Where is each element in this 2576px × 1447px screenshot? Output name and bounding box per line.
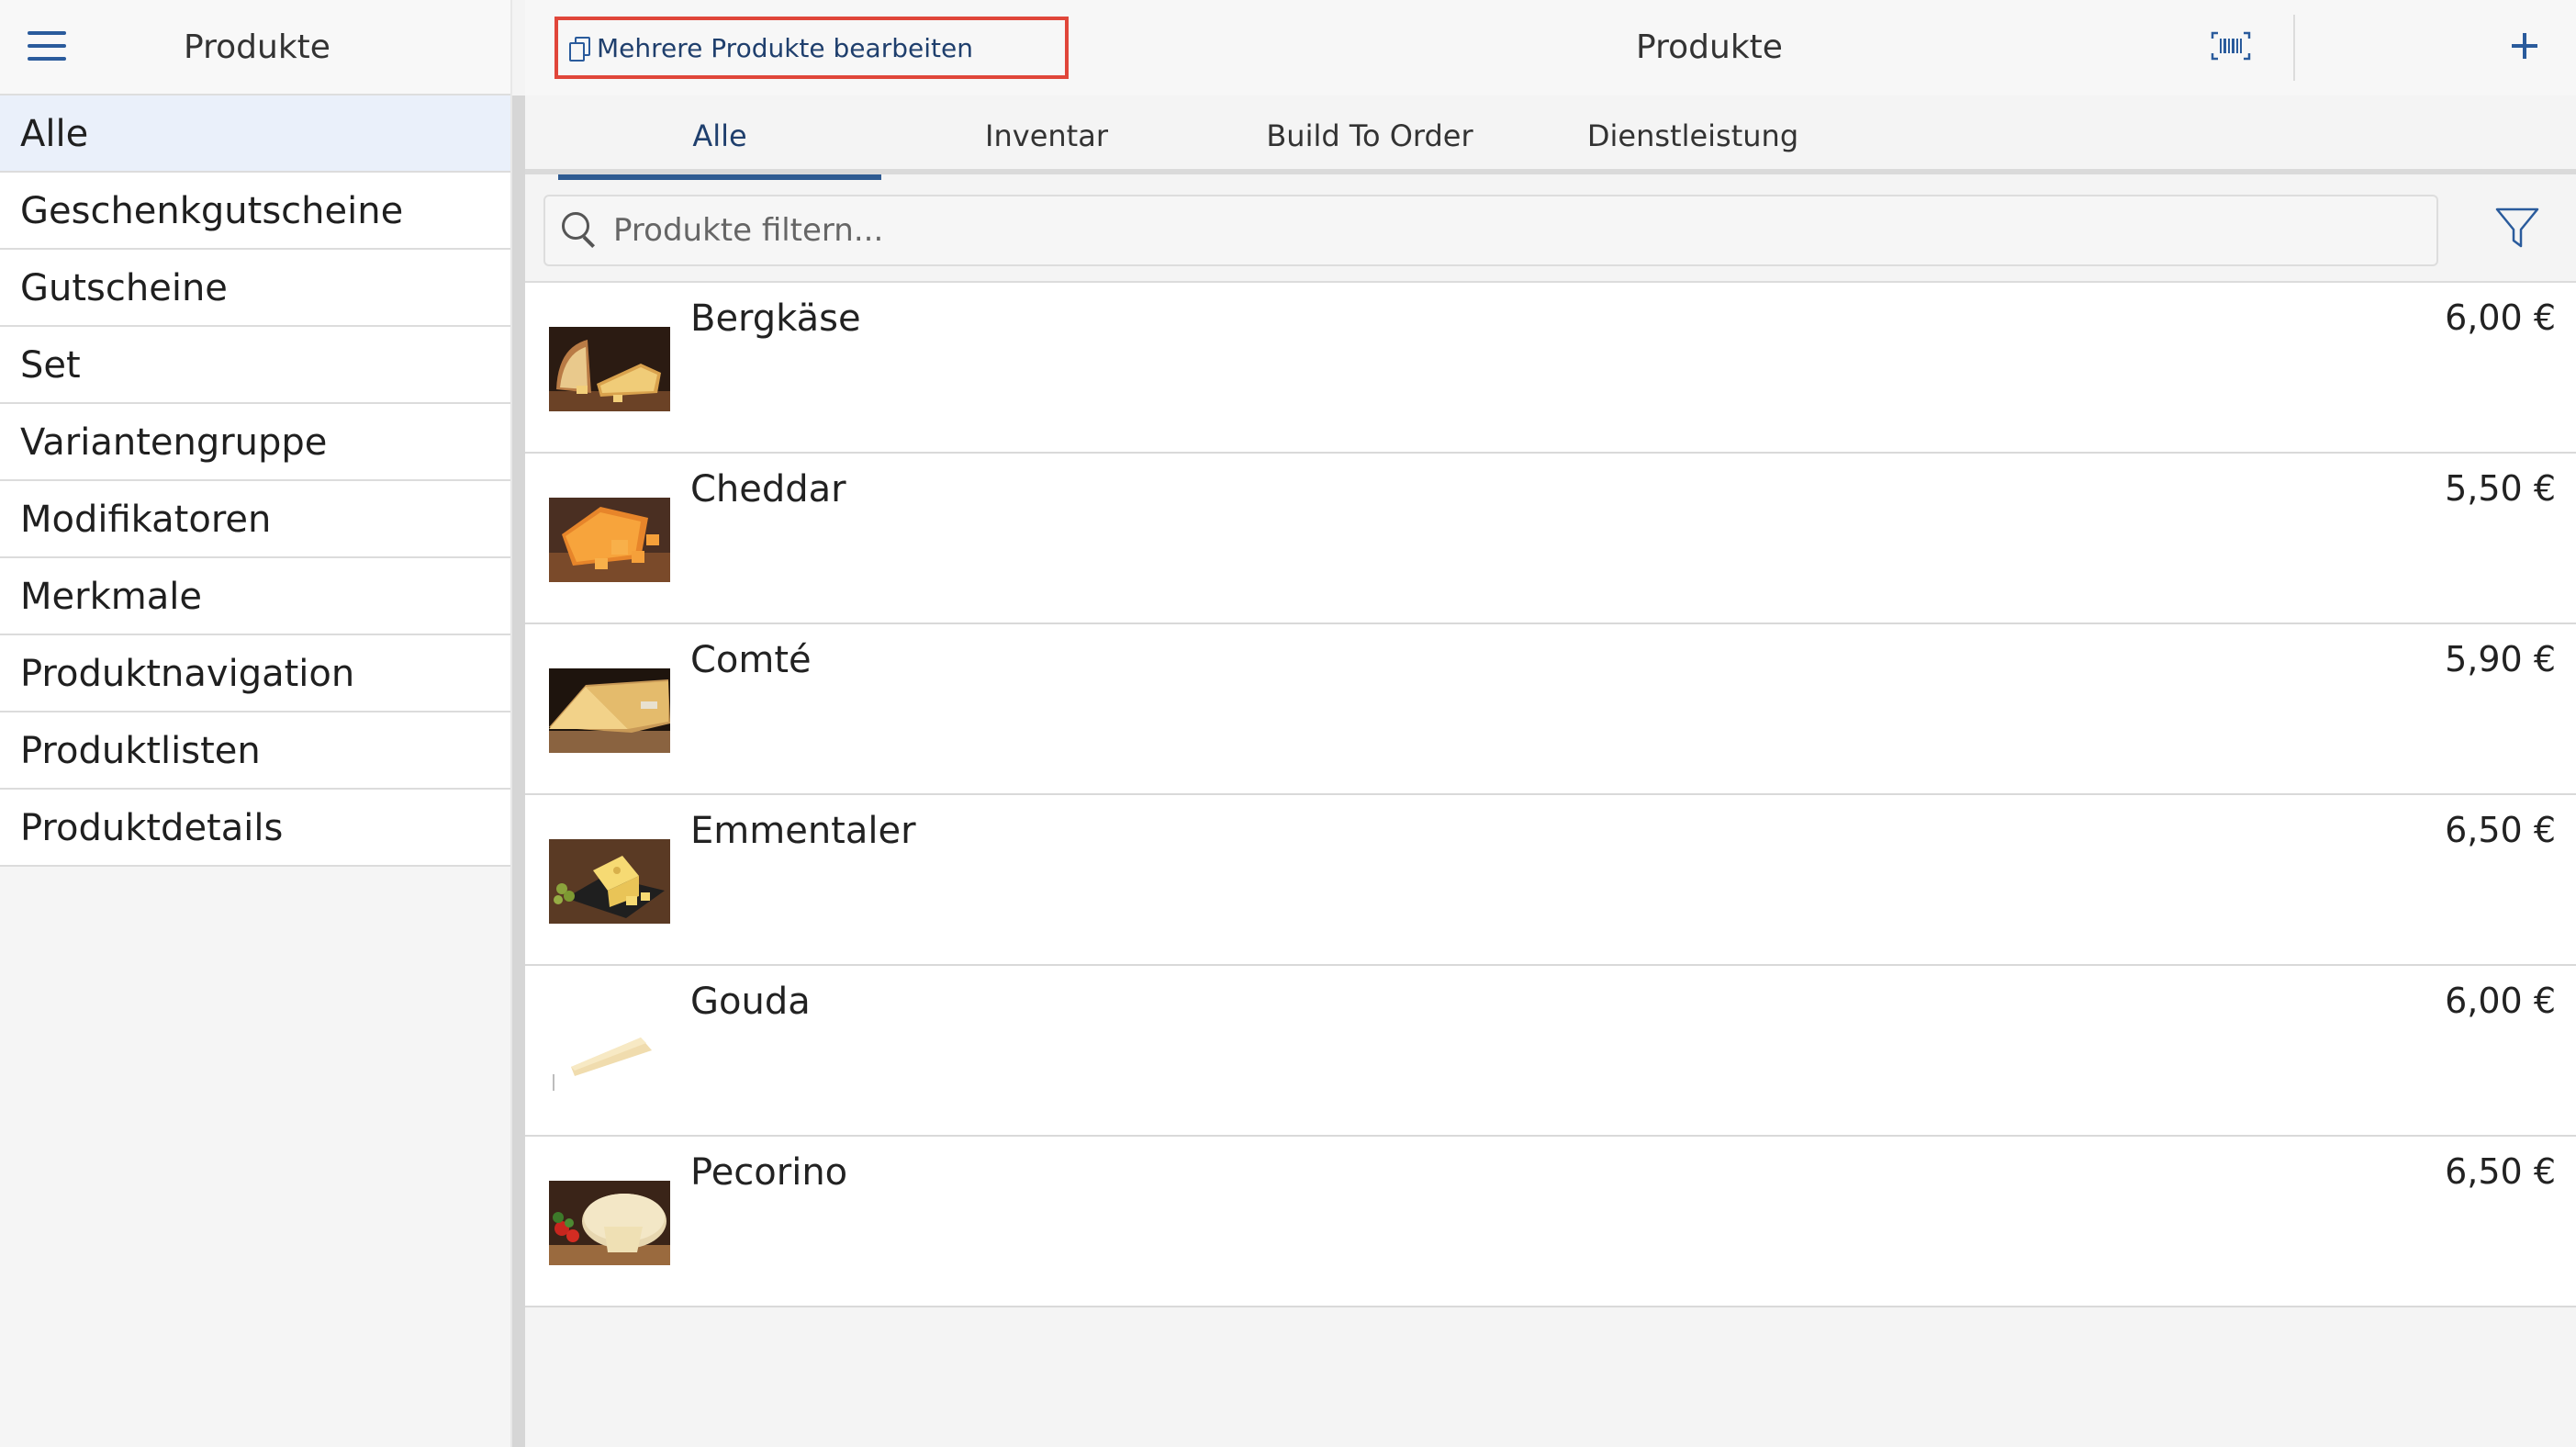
pane-divider[interactable]: [510, 0, 525, 1447]
tab-alle[interactable]: Alle: [558, 95, 881, 180]
product-price: 6,50 €: [2445, 1151, 2556, 1192]
sidebar-item-geschenkgutscheine[interactable]: Geschenkgutscheine: [0, 173, 510, 250]
sidebar-item-gutscheine[interactable]: Gutscheine: [0, 250, 510, 327]
product-price: 6,50 €: [2445, 810, 2556, 850]
product-thumbnail-comte: [549, 668, 670, 753]
app-window: Produkte Alle Geschenkgutscheine Gutsche…: [0, 0, 2576, 1447]
sidebar-item-variantengruppe[interactable]: Variantengruppe: [0, 404, 510, 481]
product-filter-input[interactable]: [613, 212, 2358, 249]
product-row[interactable]: Emmentaler 6,50 €: [525, 795, 2576, 966]
search-icon: [560, 210, 600, 251]
product-name: Pecorino: [690, 1151, 848, 1194]
search-bar: [543, 195, 2438, 266]
sidebar-item-produktlisten[interactable]: Produktlisten: [0, 712, 510, 790]
product-row[interactable]: Pecorino 6,50 €: [525, 1137, 2576, 1307]
toolbar-separator: [2293, 15, 2295, 81]
hamburger-menu-icon[interactable]: [28, 31, 66, 61]
product-thumbnail-pecorino: [549, 1181, 670, 1265]
filter-funnel-icon[interactable]: [2490, 204, 2545, 253]
product-row[interactable]: Gouda 6,00 €: [525, 966, 2576, 1137]
product-price: 5,90 €: [2445, 639, 2556, 679]
sidebar-item-merkmale[interactable]: Merkmale: [0, 558, 510, 635]
edit-multiple-products-button[interactable]: Mehrere Produkte bearbeiten: [554, 17, 1069, 79]
product-name: Emmentaler: [690, 810, 916, 852]
copy-icon: [569, 37, 590, 62]
sidebar-category-list: Alle Geschenkgutscheine Gutscheine Set V…: [0, 95, 510, 867]
barcode-scan-icon[interactable]: [2211, 31, 2251, 61]
tab-build-to-order[interactable]: Build To Order: [1208, 95, 1531, 174]
product-row[interactable]: Comté 5,90 €: [525, 624, 2576, 795]
product-type-tabs: Alle Inventar Build To Order Dienstleist…: [525, 95, 2576, 180]
sidebar: Produkte Alle Geschenkgutscheine Gutsche…: [0, 0, 510, 1447]
product-name: Comté: [690, 639, 812, 681]
product-name: Gouda: [690, 981, 811, 1023]
product-thumbnail-bergkase: [549, 327, 670, 411]
sidebar-item-alle[interactable]: Alle: [0, 95, 510, 173]
sidebar-header: Produkte: [0, 0, 510, 95]
product-thumbnail-gouda: [549, 1010, 670, 1094]
tab-inventar[interactable]: Inventar: [885, 95, 1208, 174]
product-row[interactable]: Bergkäse 6,00 €: [525, 283, 2576, 454]
sidebar-item-produktdetails[interactable]: Produktdetails: [0, 790, 510, 867]
product-name: Bergkäse: [690, 297, 861, 340]
product-thumbnail-emmentaler: [549, 839, 670, 924]
product-price: 5,50 €: [2445, 468, 2556, 509]
sidebar-title: Produkte: [184, 28, 330, 66]
product-row[interactable]: Cheddar 5,50 €: [525, 454, 2576, 624]
product-thumbnail-cheddar: [549, 498, 670, 582]
product-price: 6,00 €: [2445, 981, 2556, 1021]
main-pane: Mehrere Produkte bearbeiten Produkte All…: [525, 0, 2576, 1447]
sidebar-item-modifikatoren[interactable]: Modifikatoren: [0, 481, 510, 558]
add-product-icon[interactable]: [2508, 29, 2541, 62]
product-name: Cheddar: [690, 468, 846, 510]
sidebar-item-produktnavigation[interactable]: Produktnavigation: [0, 635, 510, 712]
product-price: 6,00 €: [2445, 297, 2556, 338]
edit-multiple-products-label: Mehrere Produkte bearbeiten: [597, 32, 973, 63]
main-toolbar: Mehrere Produkte bearbeiten Produkte: [525, 0, 2576, 95]
sidebar-item-set[interactable]: Set: [0, 327, 510, 404]
page-title: Produkte: [1636, 28, 1783, 66]
product-list: Bergkäse 6,00 € Cheddar 5,50 € Comté 5,9…: [525, 283, 2576, 1307]
tab-dienstleistung[interactable]: Dienstleistung: [1531, 95, 1854, 174]
